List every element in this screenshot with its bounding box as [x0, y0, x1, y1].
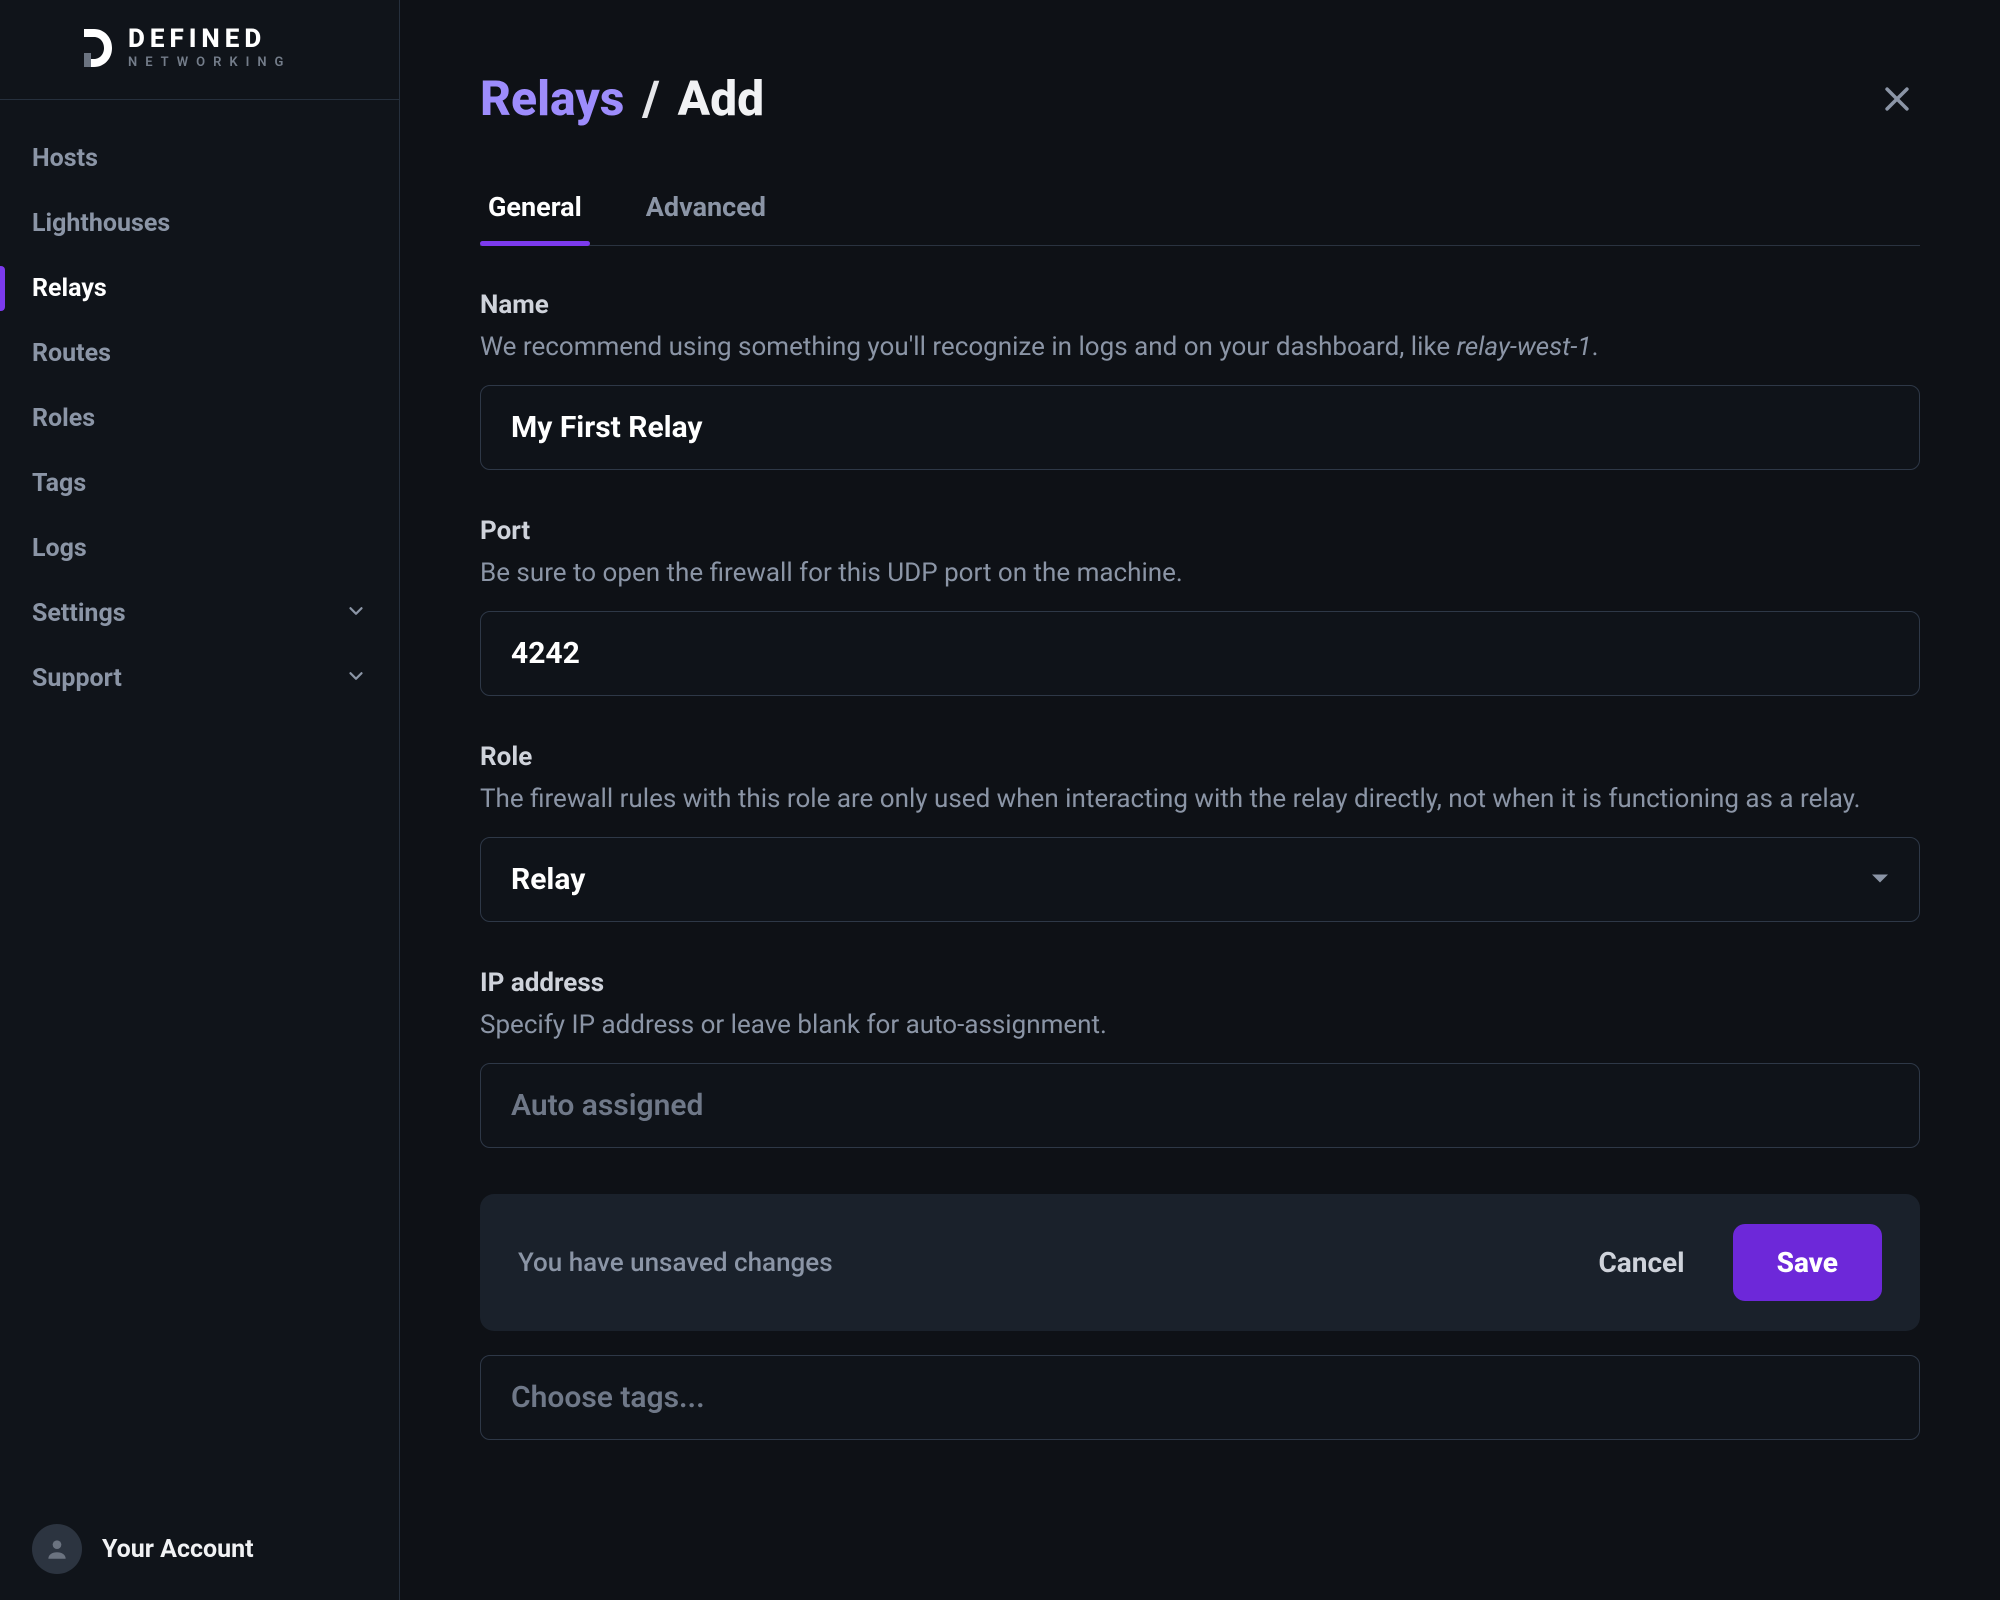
sidebar: DEFINED NETWORKING Hosts Lighthouses Rel…: [0, 0, 400, 1600]
sidebar-item-logs[interactable]: Logs: [0, 516, 399, 581]
sidebar-item-label: Logs: [32, 534, 87, 563]
sidebar-item-lighthouses[interactable]: Lighthouses: [0, 191, 399, 256]
brand-name-line2: NETWORKING: [128, 56, 291, 69]
role-select[interactable]: Relay: [480, 837, 1920, 922]
field-name: Name We recommend using something you'll…: [480, 290, 1920, 470]
field-label: Port: [480, 516, 1920, 546]
field-tags: [480, 1355, 1920, 1440]
cancel-button[interactable]: Cancel: [1598, 1246, 1684, 1279]
sidebar-item-label: Hosts: [32, 144, 98, 173]
unsaved-message: You have unsaved changes: [518, 1248, 833, 1278]
field-port: Port Be sure to open the firewall for th…: [480, 516, 1920, 696]
port-input[interactable]: [480, 611, 1920, 696]
sidebar-item-label: Roles: [32, 404, 95, 433]
sidebar-item-label: Tags: [32, 469, 86, 498]
field-help: Be sure to open the firewall for this UD…: [480, 554, 1920, 593]
tags-input[interactable]: [480, 1355, 1920, 1440]
tab-advanced[interactable]: Advanced: [638, 191, 774, 245]
unsaved-changes-bar: You have unsaved changes Cancel Save: [480, 1194, 1920, 1331]
sidebar-item-settings[interactable]: Settings: [0, 581, 399, 646]
breadcrumb-parent[interactable]: Relays: [480, 70, 624, 127]
close-button[interactable]: [1874, 76, 1920, 126]
tab-general[interactable]: General: [480, 191, 590, 245]
tabs: General Advanced: [480, 191, 1920, 246]
close-icon: [1880, 101, 1914, 120]
save-button[interactable]: Save: [1733, 1224, 1882, 1301]
brand-logo: DEFINED NETWORKING: [0, 0, 399, 100]
field-role: Role The firewall rules with this role a…: [480, 742, 1920, 922]
account-name: Your Account: [102, 1535, 254, 1564]
brand-logo-mark: [80, 27, 114, 69]
sidebar-item-label: Routes: [32, 339, 111, 368]
ip-input[interactable]: [480, 1063, 1920, 1148]
sidebar-item-roles[interactable]: Roles: [0, 386, 399, 451]
form: Name We recommend using something you'll…: [480, 290, 1920, 1440]
page-header: Relays / Add: [480, 70, 1920, 127]
sidebar-item-label: Lighthouses: [32, 209, 170, 238]
avatar: [32, 1524, 82, 1574]
sidebar-item-tags[interactable]: Tags: [0, 451, 399, 516]
sidebar-item-label: Relays: [32, 274, 107, 303]
field-label: Role: [480, 742, 1920, 772]
field-label: Name: [480, 290, 1920, 320]
sidebar-item-routes[interactable]: Routes: [0, 321, 399, 386]
breadcrumb-current: Add: [678, 70, 764, 127]
sidebar-nav: Hosts Lighthouses Relays Routes Roles Ta…: [0, 100, 399, 1498]
sidebar-item-label: Support: [32, 664, 122, 693]
field-label: IP address: [480, 968, 1920, 998]
brand-name-line1: DEFINED: [128, 26, 291, 52]
sidebar-item-hosts[interactable]: Hosts: [0, 126, 399, 191]
main-content: Relays / Add General Advanced Name We re…: [400, 0, 2000, 1600]
field-help: The firewall rules with this role are on…: [480, 780, 1920, 819]
sidebar-item-label: Settings: [32, 599, 126, 628]
chevron-down-icon: [345, 600, 367, 628]
sidebar-item-relays[interactable]: Relays: [0, 256, 399, 321]
chevron-down-icon: [345, 665, 367, 693]
breadcrumb-separator: /: [642, 70, 659, 127]
sidebar-item-support[interactable]: Support: [0, 646, 399, 711]
field-help: Specify IP address or leave blank for au…: [480, 1006, 1920, 1045]
name-input[interactable]: [480, 385, 1920, 470]
field-ip: IP address Specify IP address or leave b…: [480, 968, 1920, 1148]
breadcrumb: Relays / Add: [480, 70, 764, 127]
field-help: We recommend using something you'll reco…: [480, 328, 1920, 367]
account-section[interactable]: Your Account: [0, 1498, 399, 1600]
